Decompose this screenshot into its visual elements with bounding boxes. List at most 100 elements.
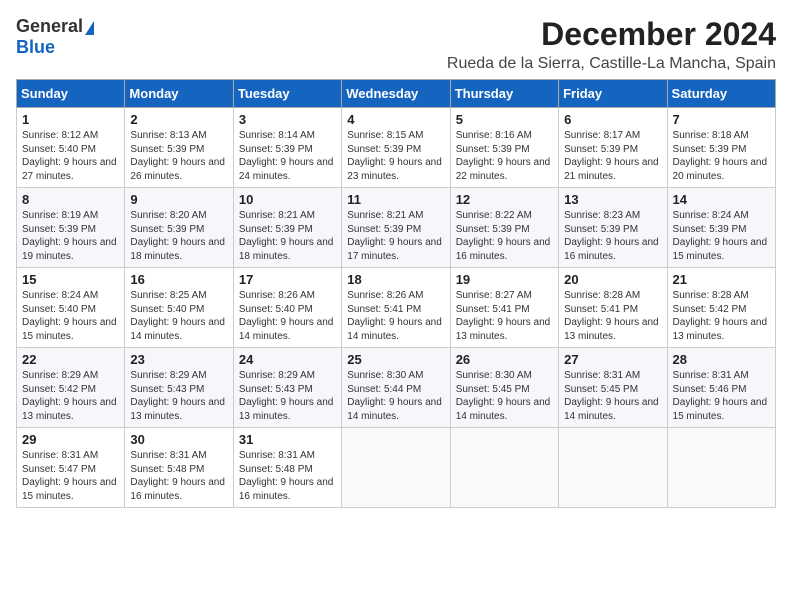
- day-info: Sunrise: 8:25 AM Sunset: 5:40 PM Dayligh…: [130, 289, 227, 343]
- title-block: December 2024 Rueda de la Sierra, Castil…: [447, 16, 776, 73]
- day-number: 5: [456, 112, 553, 127]
- column-header-tuesday: Tuesday: [233, 80, 341, 108]
- week-row-1: 1 Sunrise: 8:12 AM Sunset: 5:40 PM Daylig…: [17, 108, 776, 188]
- week-row-3: 15 Sunrise: 8:24 AM Sunset: 5:40 PM Dayli…: [17, 268, 776, 348]
- logo-general: General: [16, 16, 94, 37]
- day-info: Sunrise: 8:31 AM Sunset: 5:46 PM Dayligh…: [673, 369, 770, 423]
- day-info: Sunrise: 8:29 AM Sunset: 5:43 PM Dayligh…: [130, 369, 227, 423]
- day-cell-10: 10Sunrise: 8:21 AM Sunset: 5:39 PM Dayli…: [233, 188, 341, 268]
- day-cell-31: 31 Sunrise: 8:31 AM Sunset: 5:48 PM Dayli…: [233, 428, 341, 508]
- day-info: Sunrise: 8:24 AM Sunset: 5:39 PM Dayligh…: [673, 209, 770, 263]
- day-cell-15: 15 Sunrise: 8:24 AM Sunset: 5:40 PM Dayli…: [17, 268, 125, 348]
- day-info: Sunrise: 8:31 AM Sunset: 5:48 PM Dayligh…: [239, 449, 336, 503]
- day-cell-7: 7Sunrise: 8:18 AM Sunset: 5:39 PM Daylig…: [667, 108, 775, 188]
- day-cell-22: 22 Sunrise: 8:29 AM Sunset: 5:42 PM Dayli…: [17, 348, 125, 428]
- day-cell-2: 2 Sunrise: 8:13 AM Sunset: 5:39 PM Daylig…: [125, 108, 233, 188]
- column-header-friday: Friday: [559, 80, 667, 108]
- day-cell-4: 4 Sunrise: 8:15 AM Sunset: 5:39 PM Daylig…: [342, 108, 450, 188]
- day-info: Sunrise: 8:16 AM Sunset: 5:39 PM Dayligh…: [456, 129, 553, 183]
- day-info: Sunrise: 8:29 AM Sunset: 5:42 PM Dayligh…: [22, 369, 119, 423]
- day-info: Sunrise: 8:23 AM Sunset: 5:39 PM Dayligh…: [564, 209, 661, 263]
- day-cell-26: 26 Sunrise: 8:30 AM Sunset: 5:45 PM Dayli…: [450, 348, 558, 428]
- day-number: 4: [347, 112, 444, 127]
- calendar-table: SundayMondayTuesdayWednesdayThursdayFrid…: [16, 79, 776, 508]
- day-cell-21: 21 Sunrise: 8:28 AM Sunset: 5:42 PM Dayli…: [667, 268, 775, 348]
- day-number: 20: [564, 272, 661, 287]
- day-number: 28: [673, 352, 770, 367]
- day-number: 9: [130, 192, 227, 207]
- day-number: 10: [239, 192, 336, 207]
- logo: General Blue: [16, 16, 94, 58]
- day-number: 19: [456, 272, 553, 287]
- day-cell-11: 11Sunrise: 8:21 AM Sunset: 5:39 PM Dayli…: [342, 188, 450, 268]
- day-cell-16: 16Sunrise: 8:25 AM Sunset: 5:40 PM Dayli…: [125, 268, 233, 348]
- column-header-wednesday: Wednesday: [342, 80, 450, 108]
- day-cell-20: 20 Sunrise: 8:28 AM Sunset: 5:41 PM Dayli…: [559, 268, 667, 348]
- calendar-body: 1 Sunrise: 8:12 AM Sunset: 5:40 PM Daylig…: [17, 108, 776, 508]
- day-cell-12: 12Sunrise: 8:22 AM Sunset: 5:39 PM Dayli…: [450, 188, 558, 268]
- day-info: Sunrise: 8:31 AM Sunset: 5:45 PM Dayligh…: [564, 369, 661, 423]
- day-info: Sunrise: 8:24 AM Sunset: 5:40 PM Dayligh…: [22, 289, 119, 343]
- empty-cell: [667, 428, 775, 508]
- day-cell-18: 18Sunrise: 8:26 AM Sunset: 5:41 PM Dayli…: [342, 268, 450, 348]
- day-cell-13: 13 Sunrise: 8:23 AM Sunset: 5:39 PM Dayli…: [559, 188, 667, 268]
- day-number: 22: [22, 352, 119, 367]
- day-number: 27: [564, 352, 661, 367]
- day-number: 3: [239, 112, 336, 127]
- empty-cell: [450, 428, 558, 508]
- day-cell-29: 29 Sunrise: 8:31 AM Sunset: 5:47 PM Dayli…: [17, 428, 125, 508]
- day-cell-19: 19 Sunrise: 8:27 AM Sunset: 5:41 PM Dayli…: [450, 268, 558, 348]
- day-number: 18: [347, 272, 444, 287]
- day-cell-28: 28 Sunrise: 8:31 AM Sunset: 5:46 PM Dayli…: [667, 348, 775, 428]
- day-cell-17: 17 Sunrise: 8:26 AM Sunset: 5:40 PM Dayli…: [233, 268, 341, 348]
- day-info: Sunrise: 8:19 AM Sunset: 5:39 PM Dayligh…: [22, 209, 119, 263]
- day-number: 2: [130, 112, 227, 127]
- day-cell-30: 30Sunrise: 8:31 AM Sunset: 5:48 PM Dayli…: [125, 428, 233, 508]
- day-info: Sunrise: 8:28 AM Sunset: 5:41 PM Dayligh…: [564, 289, 661, 343]
- day-number: 31: [239, 432, 336, 447]
- day-number: 24: [239, 352, 336, 367]
- week-row-4: 22 Sunrise: 8:29 AM Sunset: 5:42 PM Dayli…: [17, 348, 776, 428]
- day-number: 29: [22, 432, 119, 447]
- day-info: Sunrise: 8:15 AM Sunset: 5:39 PM Dayligh…: [347, 129, 444, 183]
- day-cell-5: 5 Sunrise: 8:16 AM Sunset: 5:39 PM Daylig…: [450, 108, 558, 188]
- day-number: 11: [347, 192, 444, 207]
- column-header-thursday: Thursday: [450, 80, 558, 108]
- logo-blue: Blue: [16, 37, 55, 58]
- page-title: December 2024: [447, 16, 776, 53]
- day-info: Sunrise: 8:26 AM Sunset: 5:40 PM Dayligh…: [239, 289, 336, 343]
- day-number: 21: [673, 272, 770, 287]
- day-number: 23: [130, 352, 227, 367]
- day-number: 26: [456, 352, 553, 367]
- day-info: Sunrise: 8:30 AM Sunset: 5:44 PM Dayligh…: [347, 369, 444, 423]
- day-number: 8: [22, 192, 119, 207]
- day-number: 15: [22, 272, 119, 287]
- day-info: Sunrise: 8:28 AM Sunset: 5:42 PM Dayligh…: [673, 289, 770, 343]
- day-number: 1: [22, 112, 119, 127]
- calendar-header: SundayMondayTuesdayWednesdayThursdayFrid…: [17, 80, 776, 108]
- empty-cell: [559, 428, 667, 508]
- page-subtitle: Rueda de la Sierra, Castille-La Mancha, …: [447, 55, 776, 73]
- column-header-saturday: Saturday: [667, 80, 775, 108]
- day-number: 30: [130, 432, 227, 447]
- day-info: Sunrise: 8:12 AM Sunset: 5:40 PM Dayligh…: [22, 129, 119, 183]
- empty-cell: [342, 428, 450, 508]
- day-cell-9: 9Sunrise: 8:20 AM Sunset: 5:39 PM Daylig…: [125, 188, 233, 268]
- day-number: 13: [564, 192, 661, 207]
- day-number: 7: [673, 112, 770, 127]
- day-number: 25: [347, 352, 444, 367]
- day-cell-8: 8 Sunrise: 8:19 AM Sunset: 5:39 PM Daylig…: [17, 188, 125, 268]
- day-info: Sunrise: 8:31 AM Sunset: 5:47 PM Dayligh…: [22, 449, 119, 503]
- day-cell-6: 6Sunrise: 8:17 AM Sunset: 5:39 PM Daylig…: [559, 108, 667, 188]
- day-info: Sunrise: 8:14 AM Sunset: 5:39 PM Dayligh…: [239, 129, 336, 183]
- day-info: Sunrise: 8:29 AM Sunset: 5:43 PM Dayligh…: [239, 369, 336, 423]
- page-header: General Blue December 2024 Rueda de la S…: [16, 16, 776, 73]
- day-info: Sunrise: 8:30 AM Sunset: 5:45 PM Dayligh…: [456, 369, 553, 423]
- day-cell-23: 23 Sunrise: 8:29 AM Sunset: 5:43 PM Dayli…: [125, 348, 233, 428]
- day-number: 17: [239, 272, 336, 287]
- day-info: Sunrise: 8:27 AM Sunset: 5:41 PM Dayligh…: [456, 289, 553, 343]
- day-info: Sunrise: 8:13 AM Sunset: 5:39 PM Dayligh…: [130, 129, 227, 183]
- day-cell-14: 14Sunrise: 8:24 AM Sunset: 5:39 PM Dayli…: [667, 188, 775, 268]
- day-number: 6: [564, 112, 661, 127]
- week-row-2: 8 Sunrise: 8:19 AM Sunset: 5:39 PM Daylig…: [17, 188, 776, 268]
